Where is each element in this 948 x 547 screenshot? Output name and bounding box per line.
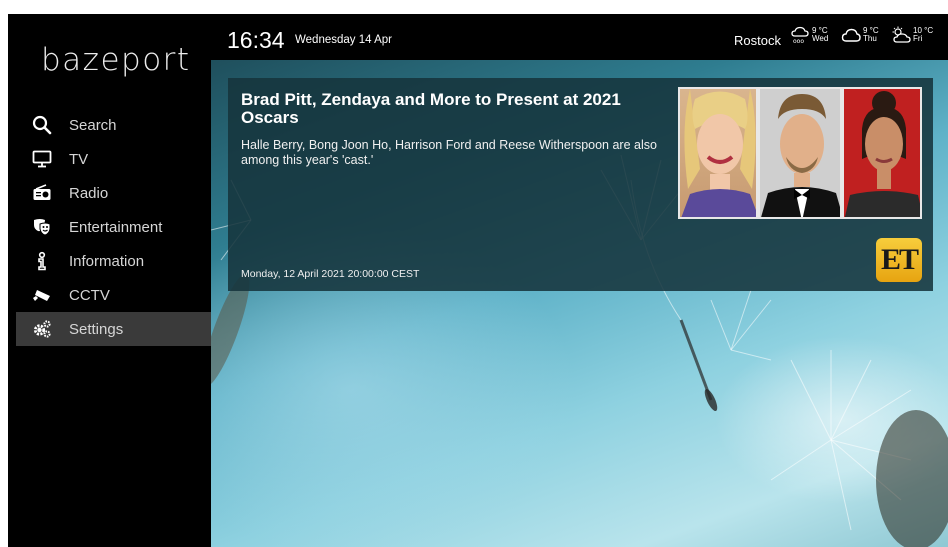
sidebar-item-label: Radio <box>69 184 109 202</box>
rain-cloud-icon: ooo <box>791 26 809 44</box>
news-photo-1 <box>678 87 758 219</box>
news-summary: Halle Berry, Bong Joon Ho, Harrison Ford… <box>241 138 657 167</box>
news-photo-3 <box>842 87 922 219</box>
sidebar-item-search[interactable]: Search <box>16 108 211 142</box>
tv-icon <box>31 149 53 169</box>
sidebar-item-label: CCTV <box>69 286 110 304</box>
info-icon <box>31 251 53 271</box>
forecast-day: Wed <box>812 34 829 43</box>
content-area: Brad Pitt, Zendaya and More to Present a… <box>211 60 948 547</box>
news-card[interactable]: Brad Pitt, Zendaya and More to Present a… <box>228 78 933 291</box>
sidebar: bazeport Search TV Radio Entertainment I… <box>8 14 214 547</box>
sidebar-item-label: Information <box>69 252 145 270</box>
current-date: Wednesday 14 Apr <box>295 34 392 46</box>
forecast-day-3: 10 °C Fri <box>891 26 933 44</box>
forecast-day: Fri <box>913 34 923 43</box>
news-headline: Brad Pitt, Zendaya and More to Present a… <box>241 90 621 127</box>
svg-text:ooo: ooo <box>793 38 804 44</box>
sidebar-item-settings[interactable]: Settings <box>16 312 214 346</box>
status-bar: 16:34 Wednesday 14 Apr Rostock ooo 9 °C W… <box>211 14 948 60</box>
cctv-camera-icon <box>31 285 53 305</box>
sun-cloud-icon <box>892 26 911 43</box>
clock: 16:34 <box>227 27 285 53</box>
search-icon <box>31 115 53 135</box>
radio-icon <box>31 183 53 203</box>
cloud-icon <box>841 28 861 42</box>
sidebar-item-radio[interactable]: Radio <box>16 176 211 210</box>
sidebar-item-label: TV <box>69 150 89 168</box>
forecast-day-1: ooo 9 °C Wed <box>790 26 828 44</box>
gears-icon <box>31 319 53 339</box>
sidebar-item-label: Entertainment <box>69 218 163 236</box>
sidebar-item-cctv[interactable]: CCTV <box>16 278 211 312</box>
sidebar-item-information[interactable]: Information <box>16 244 211 278</box>
app-logo: bazeport <box>41 42 191 78</box>
tv-screen: bazeport Search TV Radio Entertainment I… <box>8 14 948 547</box>
weather-location: Rostock <box>734 33 781 48</box>
news-timestamp: Monday, 12 April 2021 20:00:00 CEST <box>241 268 420 280</box>
sidebar-nav: Search TV Radio Entertainment Informatio… <box>16 108 214 346</box>
sidebar-item-label: Search <box>69 116 117 134</box>
sidebar-item-label: Settings <box>69 320 124 338</box>
sidebar-item-entertainment[interactable]: Entertainment <box>16 210 211 244</box>
source-logo: ET <box>876 238 922 282</box>
theater-masks-icon <box>31 217 53 237</box>
sidebar-item-tv[interactable]: TV <box>16 142 211 176</box>
forecast-day: Thu <box>863 34 877 43</box>
news-photo-2 <box>758 87 842 219</box>
forecast-day-2: 9 °C Thu <box>841 26 879 44</box>
